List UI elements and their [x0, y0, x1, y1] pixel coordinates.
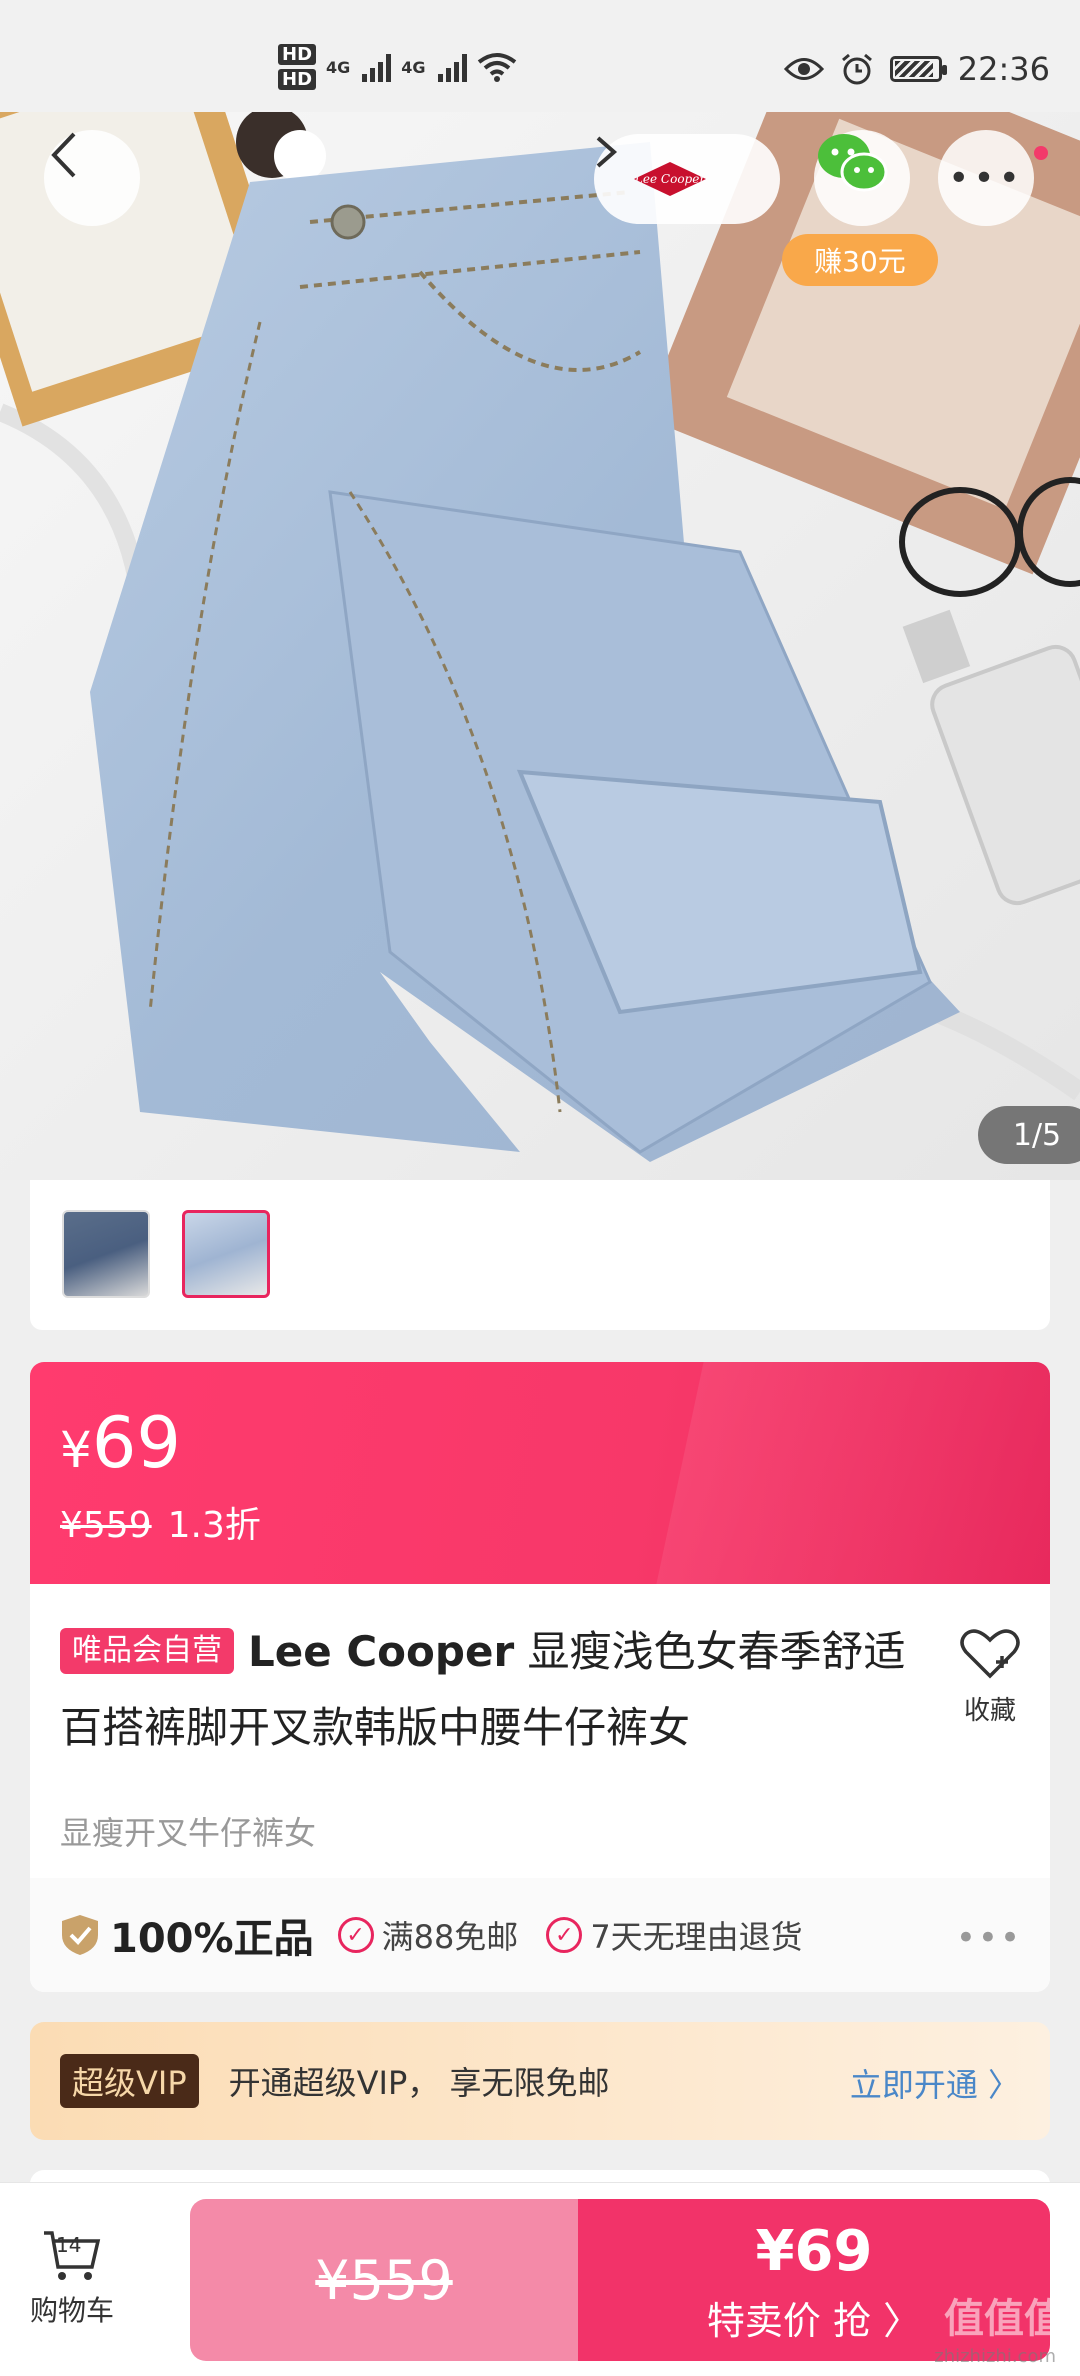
price-comparison: ¥559 1.3折	[60, 1496, 261, 1548]
system-indicators: 22:36	[783, 50, 1050, 88]
shield-icon	[62, 1915, 98, 1955]
signal-bars-1-icon	[362, 52, 392, 82]
clock-time: 22:36	[957, 50, 1050, 88]
genuine-label: 100%正品	[110, 1916, 314, 1962]
brand-logo: Lee Cooper	[634, 162, 706, 196]
guarantee-returns: ✓ 7天无理由退货	[546, 1912, 803, 1958]
battery-icon	[889, 56, 947, 82]
wechat-icon	[818, 134, 888, 192]
signal-bars-2-icon	[437, 52, 467, 82]
price-card: ¥69 ¥559 1.3折	[30, 1362, 1050, 1584]
guarantee-row[interactable]: 100%正品 ✓ 满88免邮 ✓ 7天无理由退货 •••	[30, 1878, 1050, 1992]
favorite-button[interactable]: 收藏	[950, 1626, 1030, 1727]
hd1-label: HD	[278, 44, 317, 65]
super-vip-text: 开通超级VIP， 享无限免邮	[228, 2064, 610, 2102]
alarm-icon	[841, 53, 872, 85]
currency-symbol: ¥	[60, 1421, 92, 1479]
cart-button[interactable]: 14 购物车	[24, 2229, 120, 2329]
bottom-original-price: ¥559	[315, 2248, 453, 2312]
hd2-label: HD	[278, 69, 317, 90]
product-brand: Lee Cooper	[248, 1627, 515, 1676]
super-vip-banner[interactable]: 超级VIP 开通超级VIP， 享无限免邮 立即开通 〉	[30, 2022, 1050, 2140]
thumbnail-dark-denim[interactable]	[62, 1210, 150, 1298]
original-price-button[interactable]: ¥559	[190, 2199, 578, 2361]
bottom-action-bar: 14 购物车 ¥559 ¥69 特卖价 抢 〉	[0, 2182, 1080, 2376]
product-info-card: 唯品会自营 Lee Cooper 显瘦浅色女春季舒适百搭裤脚开叉款韩版中腰牛仔裤女…	[30, 1584, 1050, 1992]
cart-count: 14	[56, 2233, 82, 2257]
original-price: ¥559	[60, 1505, 152, 1546]
image-page-indicator: 1/5	[978, 1106, 1080, 1164]
product-subtitle: 显瘦开叉牛仔裤女	[60, 1814, 317, 1852]
thumbnail-strip	[30, 1180, 1050, 1330]
chevron-left-icon	[51, 132, 76, 178]
wifi-icon	[477, 53, 516, 82]
favorite-label: 收藏	[963, 1696, 1016, 1726]
chevron-right-icon	[596, 136, 618, 168]
back-button[interactable]	[44, 130, 140, 226]
more-options-button[interactable]: •••	[938, 130, 1034, 226]
earn-badge[interactable]: 赚30元	[782, 234, 938, 286]
heart-plus-icon	[960, 1629, 1020, 1679]
discount-rate: 1.3折	[167, 1505, 261, 1546]
status-bar: HD HD 4G 4G 22:36	[0, 0, 1080, 112]
wechat-share-button[interactable]	[814, 130, 910, 226]
cart-label: 购物车	[29, 2294, 114, 2327]
super-vip-badge: 超级VIP	[60, 2054, 199, 2108]
guarantee-free-shipping-label: 满88免邮	[381, 1918, 519, 1956]
network-indicators: HD HD 4G 4G	[278, 44, 517, 90]
guarantee-free-shipping: ✓ 满88免邮	[337, 1912, 519, 1958]
cart-icon: 14	[42, 2229, 102, 2283]
guarantee-returns-label: 7天无理由退货	[590, 1918, 803, 1956]
notification-dot	[1034, 146, 1048, 160]
thumbnail-light-denim[interactable]	[182, 1210, 270, 1298]
hd-indicators: HD HD	[278, 44, 317, 90]
price-card-decoration	[656, 1362, 1050, 1584]
current-price: ¥69	[60, 1402, 181, 1484]
watermark-url: zhizhizhi.com	[934, 2346, 1056, 2367]
watermark: 值值值	[944, 2295, 1064, 2342]
check-circle-icon: ✓	[546, 1917, 583, 1953]
activate-vip-link[interactable]: 立即开通 〉	[850, 2060, 1020, 2106]
self-operated-tag: 唯品会自营	[60, 1628, 234, 1674]
brand-store-button[interactable]: Lee Cooper	[594, 134, 780, 224]
check-circle-icon: ✓	[337, 1917, 374, 1953]
current-price-value: 69	[91, 1402, 181, 1484]
network-type-2: 4G	[401, 57, 426, 77]
network-type-1: 4G	[326, 57, 351, 77]
product-title: 唯品会自营 Lee Cooper 显瘦浅色女春季舒适百搭裤脚开叉款韩版中腰牛仔裤女	[60, 1614, 940, 1766]
genuine-guarantee: 100%正品	[60, 1906, 314, 1964]
product-image-carousel[interactable]: Lee Cooper 赚30元 ••• 1/5	[0, 112, 1080, 1180]
more-dots-icon[interactable]: •••	[956, 1918, 1022, 1958]
bottom-sale-price: ¥69	[755, 2219, 873, 2284]
eye-icon	[783, 58, 824, 80]
more-dots-icon: •••	[948, 157, 1024, 199]
